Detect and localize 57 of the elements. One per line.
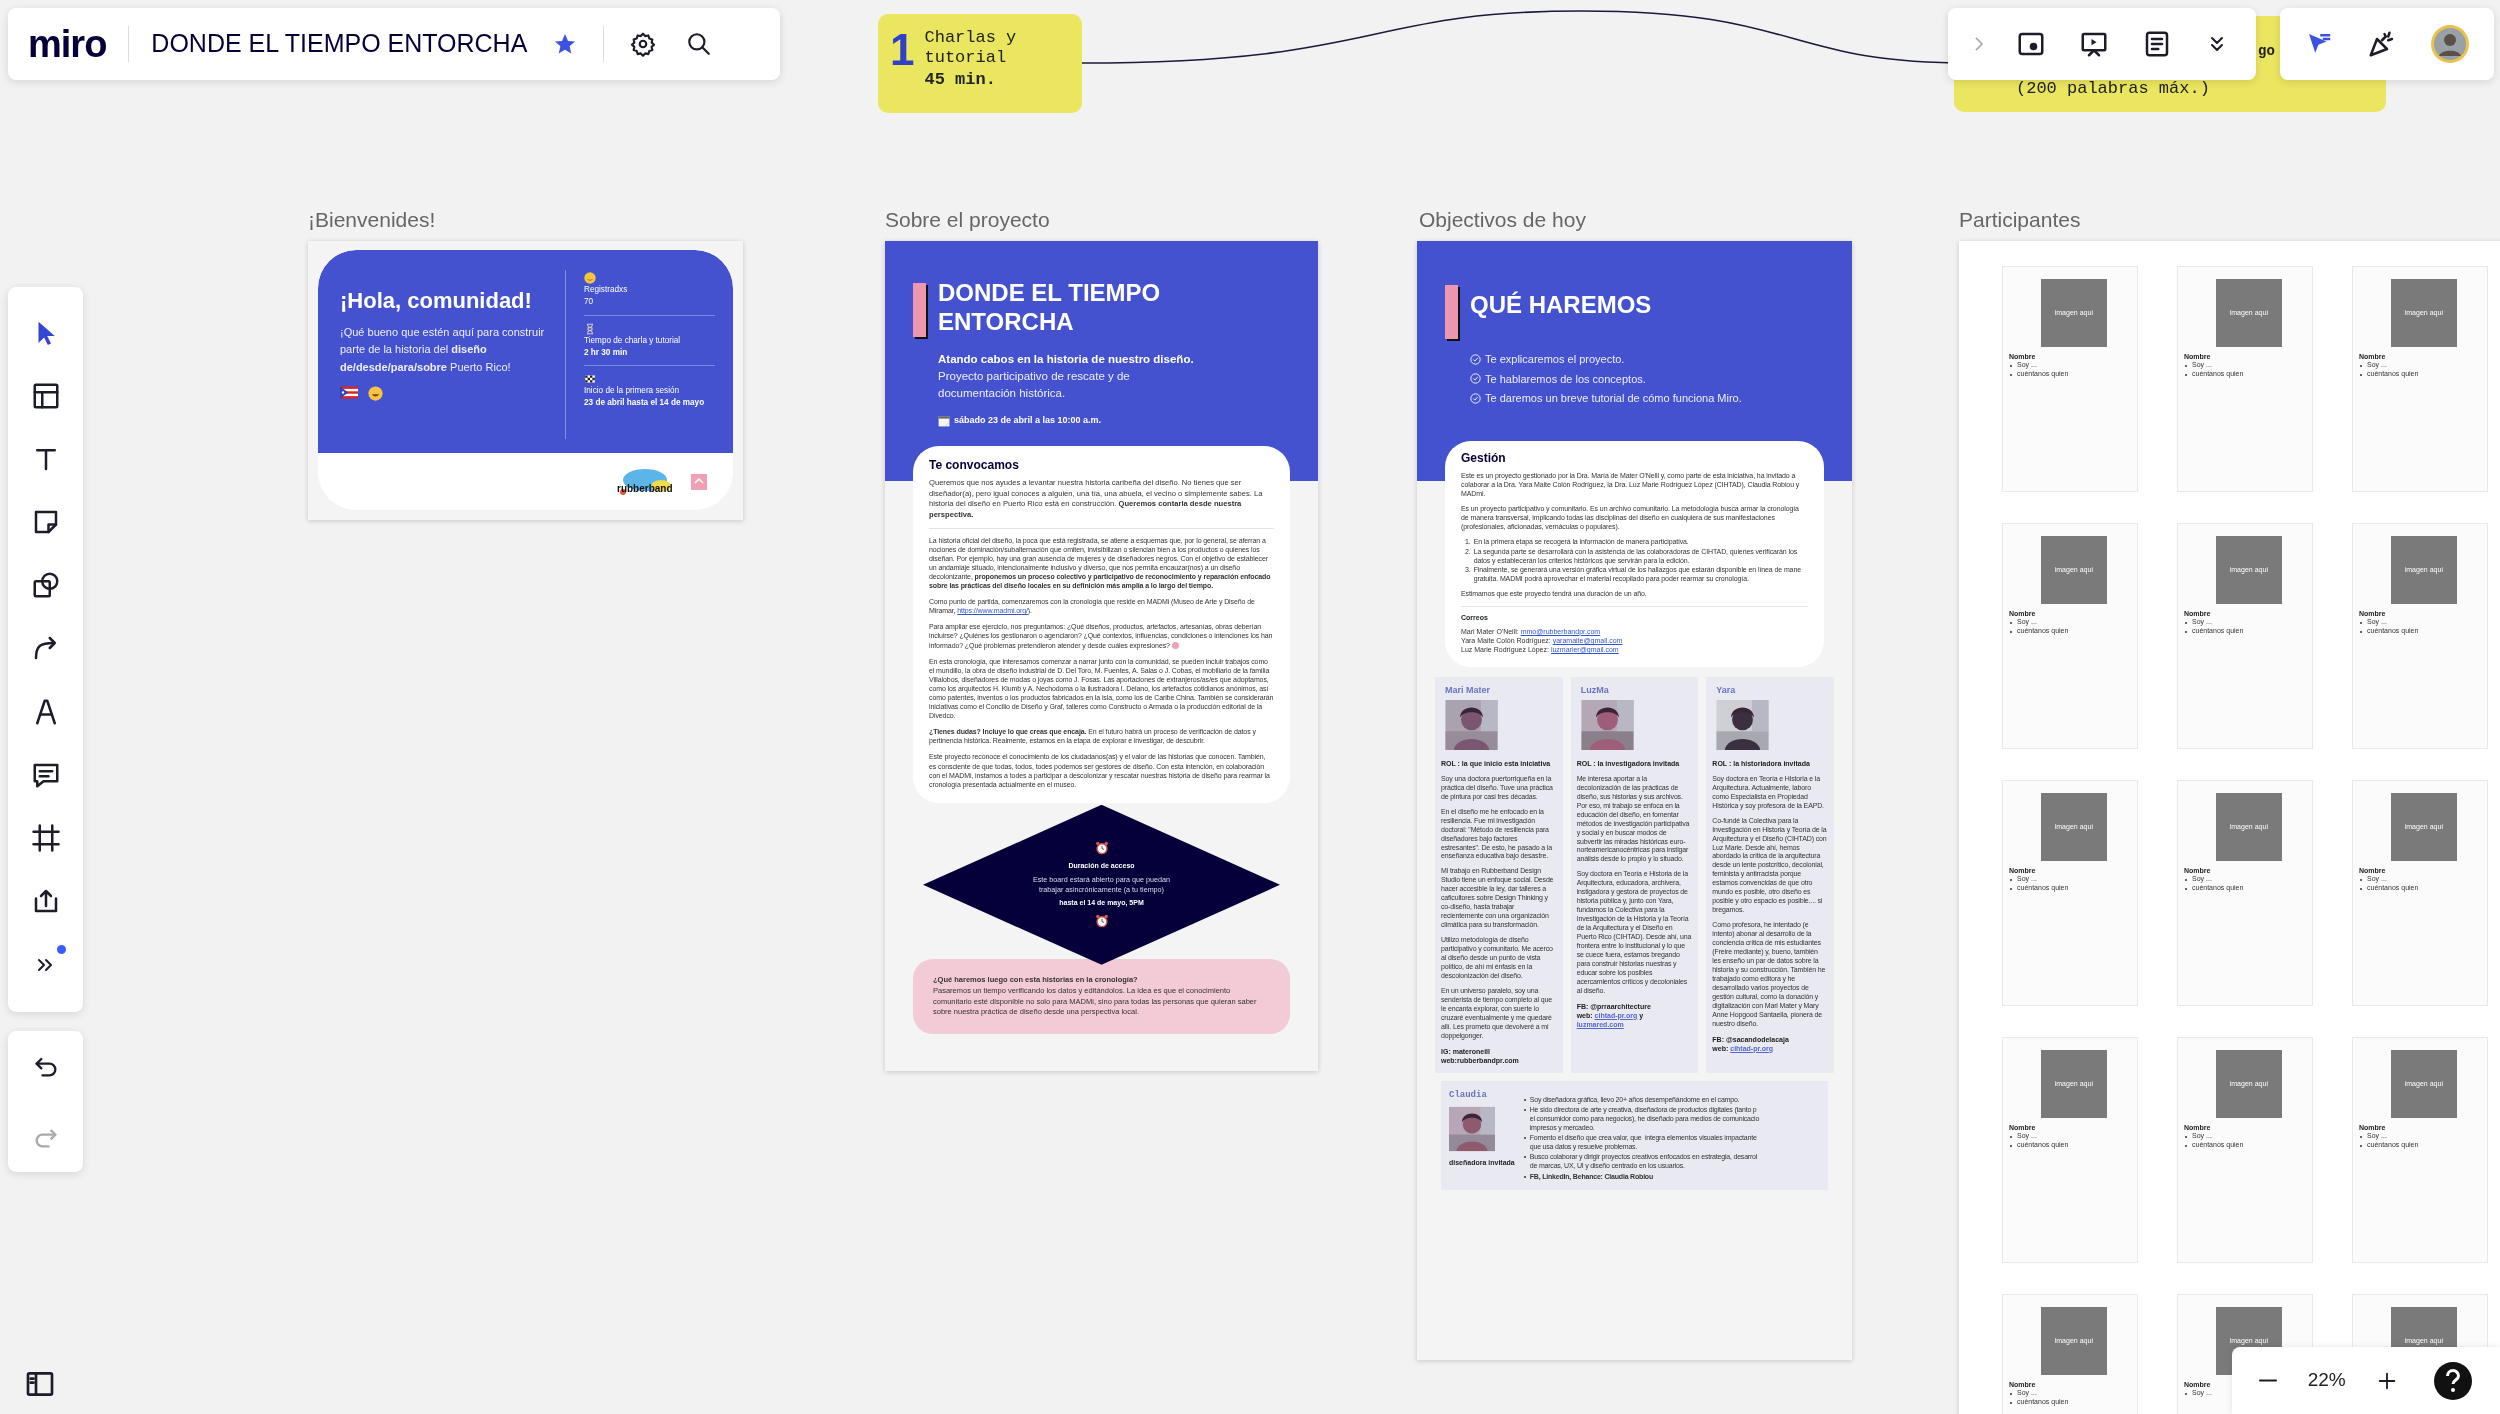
- settings-icon: [630, 31, 657, 57]
- checkered-flag-icon: [584, 373, 596, 386]
- miro-logo: miro: [28, 21, 107, 67]
- frame-label: Objectivos de hoy: [1419, 207, 1586, 233]
- minus-icon: [2259, 1379, 2278, 1382]
- flag-icon: [340, 386, 358, 400]
- avatar-icon: [2429, 24, 2470, 64]
- grinning-face-icon: [368, 386, 383, 402]
- profile-name: Mari Mater: [1445, 683, 1491, 697]
- check-circle-icon: [1470, 392, 1481, 404]
- accent-bar: [1445, 285, 1458, 339]
- event-date: sábado 23 de abril a las 10:00 a.m.: [954, 414, 1102, 428]
- card-title: Te convocamos: [929, 457, 1020, 473]
- help-icon: [2432, 1360, 2473, 1401]
- emoji-icon: [1171, 642, 1179, 650]
- profile-name: Yara: [1716, 683, 1737, 697]
- frame-label: Participantes: [1959, 207, 2081, 233]
- guest-name: Claudia: [1449, 1088, 1488, 1102]
- stat-label: Inicio de la primera sesión: [584, 385, 681, 398]
- calendar-icon: [938, 414, 950, 427]
- frame-label: ¡Bienvenides!: [308, 207, 436, 233]
- chevron-right-icon: [1974, 37, 1983, 51]
- frame-label: Sobre el proyecto: [885, 207, 1050, 233]
- sticky-text: Charlas y tutorial: [924, 28, 1018, 68]
- subtitle: Proyecto participativo de rescate y de documentación histórica.: [938, 368, 1131, 401]
- checklist-item: Te explicaremos el proyecto.: [1485, 352, 1625, 367]
- card-title: Gestión: [1461, 450, 1507, 465]
- sticky-text: go: [2258, 42, 2275, 61]
- frame-icon: [30, 822, 61, 853]
- smiley-icon: [584, 272, 596, 284]
- welcome-message: ¡Qué bueno que estén aquí para construir parte de la historia del diseño de/desde/para/sobre Puerto Rico!: [340, 324, 546, 375]
- frame-title: QUÉ HAREMOS: [1470, 291, 1652, 320]
- zoom-level: 22%: [2307, 1368, 2346, 1393]
- accent-bar: [913, 283, 926, 337]
- check-circle-icon: [1470, 353, 1481, 365]
- sticky-text: (200 palabras máx.): [2016, 77, 2210, 100]
- stat-label: Tiempo de charla y tutorial: [584, 334, 682, 347]
- alarm-clock-icon: [1094, 841, 1109, 856]
- search-icon: [686, 31, 713, 57]
- check-circle-icon: [1470, 373, 1481, 385]
- checklist-item: Te hablaremos de los conceptos.: [1485, 371, 1646, 387]
- shapes-icon: [30, 570, 61, 601]
- stat-value: 23 de abril hasta el 14 de mayo: [584, 397, 706, 410]
- welcome-heading: ¡Hola, comunidad!: [340, 287, 533, 315]
- frame-title: DONDE EL TIEMPO ENTORCHA: [938, 279, 1162, 337]
- board-title: DONDE EL TIEMPO ENTORCHA: [151, 28, 528, 60]
- alarm-clock-icon: [1094, 914, 1109, 929]
- stat-label: Registradxs: [584, 284, 629, 296]
- stat-value: 70: [584, 296, 595, 309]
- sticky-number: 1: [890, 28, 915, 76]
- stat-value: 2 hr 30 min: [584, 346, 629, 359]
- checklist-item: Te daremos un breve tutorial de cómo funciona Miro.: [1485, 391, 1742, 406]
- sticky-duration: 45 min.: [924, 69, 997, 92]
- tagline: Atando cabos en la historia de nuestro diseño.: [938, 352, 1195, 367]
- logo-text: rubberband: [617, 482, 673, 494]
- hourglass-icon: [584, 322, 596, 335]
- profile-name: LuzMa: [1580, 683, 1610, 697]
